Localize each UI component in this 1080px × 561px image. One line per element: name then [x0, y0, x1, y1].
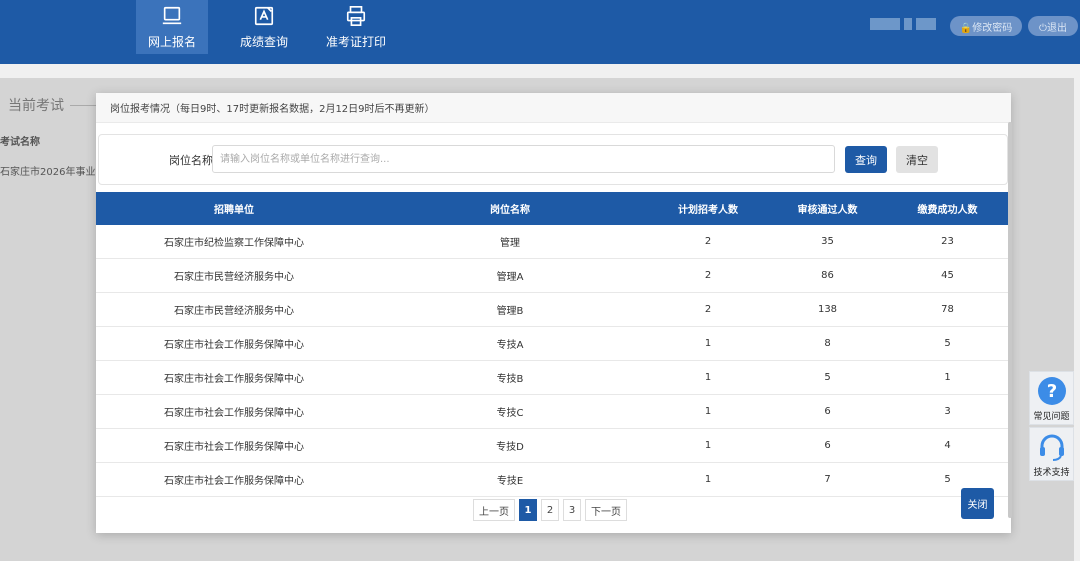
cell-position: 专技D: [496, 442, 524, 453]
nav-label: 网上报名: [147, 34, 196, 49]
header-planned-count: 计划招考人数: [678, 205, 738, 216]
position-name-label: 岗位名称: [169, 154, 213, 167]
change-password-button[interactable]: 🔒修改密码: [950, 16, 1022, 36]
username-redacted: [870, 18, 936, 32]
question-circle-icon: ?: [1037, 377, 1066, 405]
nav-score-query[interactable]: 成绩查询: [228, 0, 300, 54]
modal-scrollbar[interactable]: [1008, 122, 1012, 518]
table-row: 石家庄市民营经济服务中心 管理A 2 86 45: [96, 259, 1008, 293]
cell-unit: 石家庄市社会工作服务保障中心: [164, 374, 304, 385]
table-row: 石家庄市社会工作服务保障中心 专技A 1 8 5: [96, 327, 1008, 361]
header-recruiting-unit: 招聘单位: [214, 205, 254, 216]
cell-position: 专技E: [496, 476, 524, 487]
cell-position: 管理: [500, 238, 520, 249]
clear-button[interactable]: 清空: [896, 146, 938, 173]
cell-approved: 138: [817, 304, 838, 315]
query-button[interactable]: 查询: [845, 146, 887, 173]
current-exam-heading: 当前考试: [8, 98, 64, 114]
table-row: 石家庄市社会工作服务保障中心 专技B 1 5 1: [96, 361, 1008, 395]
cell-approved: 5: [824, 372, 831, 383]
cell-unit: 石家庄市社会工作服务保障中心: [164, 340, 304, 351]
cell-position: 专技A: [496, 340, 524, 351]
nav-label: 准考证打印: [325, 34, 386, 49]
modal-title: 岗位报考情况（每日9时、17时更新报名数据，2月12日9时后不再更新）: [96, 93, 1011, 123]
tech-support-widget[interactable]: 技术支持: [1029, 427, 1074, 481]
main-nav: 网上报名 成绩查询 准考证打印: [136, 0, 412, 54]
exam-name-cell: 石家庄市2026年事业单位: [0, 167, 96, 178]
cell-paid: 78: [941, 304, 954, 315]
page-1-button[interactable]: 1: [519, 499, 537, 521]
cell-position: 管理A: [496, 272, 524, 283]
laptop-icon: [162, 6, 182, 24]
document-edit-icon: [254, 6, 274, 25]
cell-unit: 石家庄市纪检监察工作保障中心: [164, 238, 304, 249]
page-3-button[interactable]: 3: [563, 499, 581, 521]
printer-icon: [346, 5, 366, 26]
next-page-button[interactable]: 下一页: [585, 499, 627, 521]
cell-approved: 7: [824, 474, 831, 485]
cell-planned: 1: [704, 474, 712, 485]
table-row: 石家庄市纪检监察工作保障中心 管理 2 35 23: [96, 225, 1008, 259]
cell-unit: 石家庄市民营经济服务中心: [174, 306, 294, 317]
cell-paid: 45: [941, 270, 954, 281]
cell-approved: 86: [821, 270, 834, 281]
cell-position: 管理B: [496, 306, 524, 317]
cell-planned: 1: [704, 372, 712, 383]
search-panel: 岗位名称 查询 清空: [98, 134, 1008, 185]
cell-approved: 8: [824, 338, 831, 349]
headset-icon: [1039, 434, 1064, 461]
cell-paid: 5: [944, 338, 951, 349]
svg-text:?: ?: [1046, 381, 1056, 402]
cell-planned: 1: [704, 440, 712, 451]
header-paid-count: 缴费成功人数: [917, 205, 978, 216]
nav-online-registration[interactable]: 网上报名: [136, 0, 208, 54]
cell-planned: 1: [704, 406, 712, 417]
cell-position: 专技C: [496, 408, 524, 419]
table-row: 石家庄市社会工作服务保障中心 专技D 1 6 4: [96, 429, 1008, 463]
cell-planned: 2: [704, 304, 712, 315]
pagination: 上一页 1 2 3 下一页: [473, 499, 627, 521]
cell-paid: 3: [944, 406, 951, 417]
cell-approved: 6: [824, 406, 831, 417]
cell-paid: 4: [944, 440, 951, 451]
cell-planned: 1: [704, 338, 712, 349]
header-position-name: 岗位名称: [490, 205, 530, 216]
logout-button[interactable]: ⏻退出: [1028, 16, 1078, 36]
exam-name-column-header: 考试名称: [0, 137, 40, 148]
cell-unit: 石家庄市社会工作服务保障中心: [164, 442, 304, 453]
cell-paid: 23: [941, 236, 954, 247]
page-2-button[interactable]: 2: [541, 499, 559, 521]
table-row: 石家庄市社会工作服务保障中心 专技C 1 6 3: [96, 395, 1008, 429]
top-navbar: 网上报名 成绩查询 准考证打印 🔒修改密码 ⏻退出: [0, 0, 1080, 64]
cell-position: 专技B: [496, 374, 524, 385]
nav-label: 成绩查询: [239, 34, 288, 49]
header-approved-count: 审核通过人数: [797, 205, 858, 216]
cell-unit: 石家庄市社会工作服务保障中心: [164, 476, 304, 487]
nav-admission-ticket-print[interactable]: 准考证打印: [320, 0, 392, 54]
cell-approved: 6: [824, 440, 831, 451]
cell-planned: 2: [704, 270, 712, 281]
cell-approved: 35: [821, 236, 834, 247]
position-application-modal: 岗位报考情况（每日9时、17时更新报名数据，2月12日9时后不再更新） 岗位名称…: [96, 93, 1011, 533]
position-search-input[interactable]: [212, 145, 835, 173]
faq-widget[interactable]: ? 常见问题: [1029, 371, 1074, 425]
tech-support-label: 技术支持: [1033, 468, 1070, 478]
cell-planned: 2: [704, 236, 712, 247]
position-table: 招聘单位 岗位名称 计划招考人数 审核通过人数 缴费成功人数 石家庄市纪检监察工…: [96, 192, 1008, 497]
cell-unit: 石家庄市社会工作服务保障中心: [164, 408, 304, 419]
prev-page-button[interactable]: 上一页: [473, 499, 515, 521]
table-row: 石家庄市社会工作服务保障中心 专技E 1 7 5: [96, 463, 1008, 497]
cell-paid: 1: [944, 372, 951, 383]
faq-label: 常见问题: [1033, 412, 1070, 422]
close-button[interactable]: 关闭: [961, 488, 994, 519]
table-row: 石家庄市民营经济服务中心 管理B 2 138 78: [96, 293, 1008, 327]
cell-unit: 石家庄市民营经济服务中心: [174, 272, 294, 283]
table-header: 招聘单位 岗位名称 计划招考人数 审核通过人数 缴费成功人数: [96, 192, 1008, 225]
